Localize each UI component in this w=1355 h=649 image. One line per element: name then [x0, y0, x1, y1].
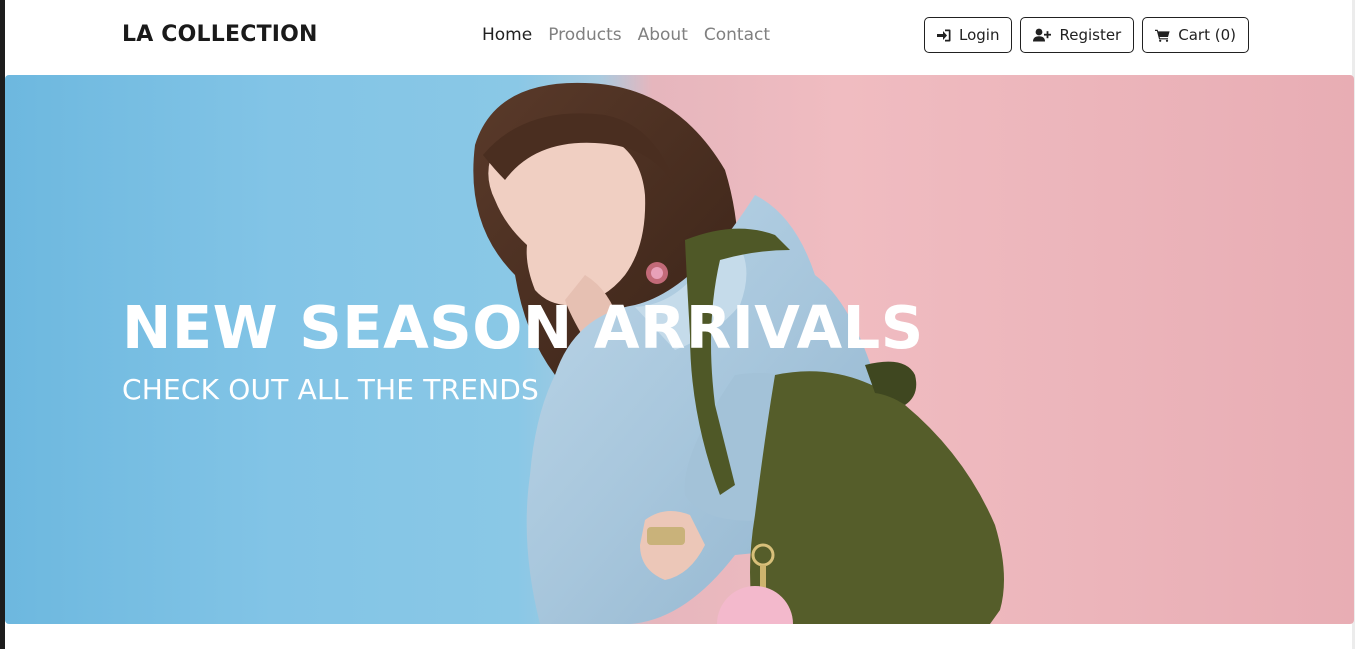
cart-button[interactable]: Cart (0): [1142, 17, 1249, 53]
navbar: LA COLLECTION Home Products About Contac…: [5, 0, 1352, 75]
nav-link-home[interactable]: Home: [482, 25, 532, 45]
hero-banner: NEW SEASON ARRIVALS CHECK OUT ALL THE TR…: [5, 75, 1354, 624]
nav-buttons: Login Register Cart (0): [924, 17, 1249, 53]
nav-link-products[interactable]: Products: [548, 25, 621, 45]
user-plus-icon: [1033, 28, 1052, 42]
register-label: Register: [1059, 26, 1122, 44]
nav-links: Home Products About Contact: [482, 25, 770, 45]
cart-label: Cart (0): [1178, 26, 1236, 44]
hero-title: NEW SEASON ARRIVALS: [122, 293, 924, 362]
login-button[interactable]: Login: [924, 17, 1013, 53]
brand-logo[interactable]: LA COLLECTION: [122, 22, 318, 47]
nav-link-about[interactable]: About: [638, 25, 688, 45]
sign-in-icon: [937, 29, 951, 42]
nav-link-contact[interactable]: Contact: [704, 25, 770, 45]
login-label: Login: [959, 26, 1000, 44]
page-content-start: [5, 624, 1352, 649]
shopping-cart-icon: [1155, 29, 1170, 42]
hero-subtitle: CHECK OUT ALL THE TRENDS: [122, 373, 539, 406]
register-button[interactable]: Register: [1020, 17, 1135, 53]
